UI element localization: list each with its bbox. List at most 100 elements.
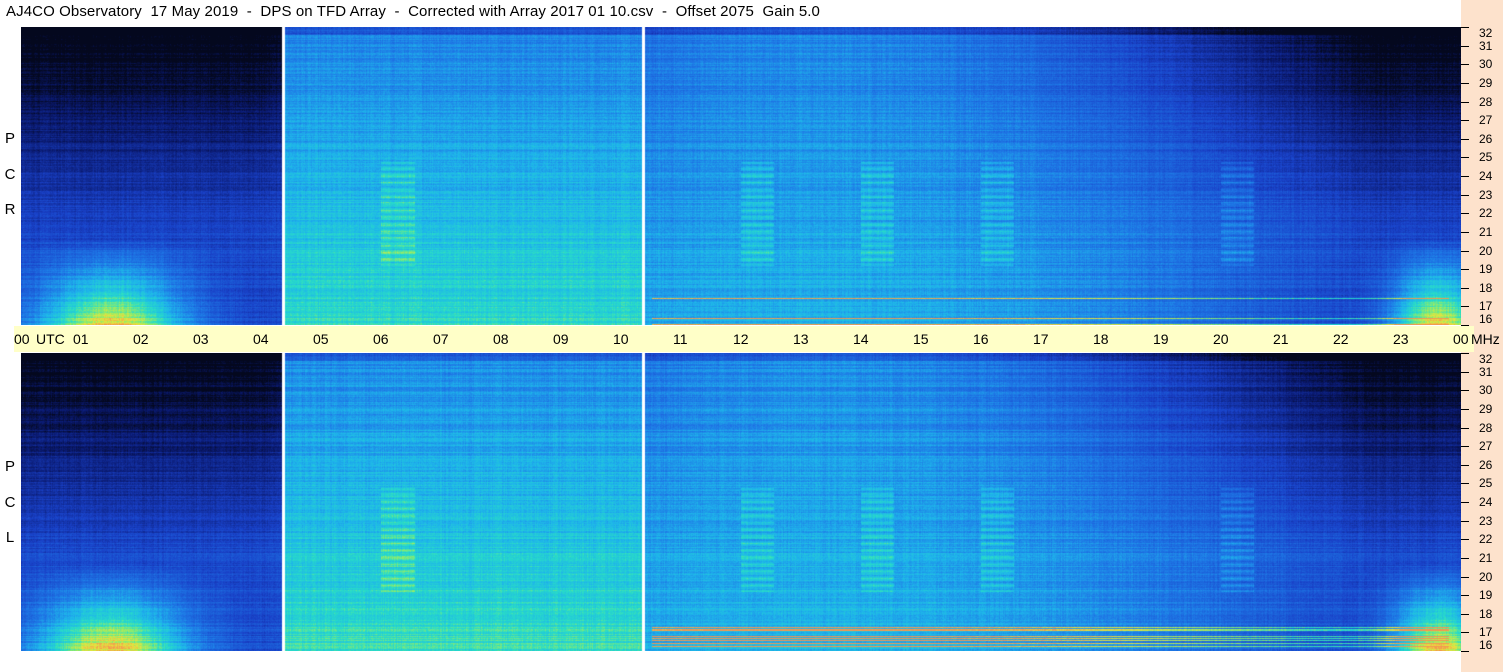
time-label: 04 [253,331,269,347]
freq-label: 24 [1479,495,1493,509]
freq-label: 25 [1479,150,1493,164]
freq-label: 22 [1479,206,1493,220]
freq-tick [1461,83,1469,84]
freq-label: 27 [1479,113,1493,127]
freq-label: 21 [1479,551,1493,565]
time-label: 10 [613,331,629,347]
freq-tick [1461,632,1469,633]
freq-tick [1461,353,1469,354]
freq-label: 32 [1479,26,1493,40]
freq-tick [1461,306,1469,307]
time-label: 03 [193,331,209,347]
rcp-letter-p: P [4,130,15,147]
time-label: 00 [1453,331,1469,347]
freq-label: 21 [1479,225,1493,239]
freq-label: 23 [1479,188,1493,202]
freq-label: 28 [1479,421,1493,435]
time-label: 15 [913,331,929,347]
freq-tick [1461,558,1469,559]
lcp-letter-p: P [4,458,15,475]
freq-tick [1461,428,1469,429]
freq-tick [1461,614,1469,615]
freq-tick [1461,539,1469,540]
time-label: 18 [1093,331,1109,347]
freq-tick [1461,46,1469,47]
freq-tick [1461,176,1469,177]
freq-tick [1461,651,1469,652]
rcp-letter-r: R [4,201,16,218]
freq-label: 24 [1479,169,1493,183]
freq-tick [1461,269,1469,270]
freq-axis-lcp: 32 31 30 29 28 27 26 25 24 23 22 21 20 19 18 17 16 [1461,352,1503,652]
freq-tick [1461,409,1469,410]
freq-tick [1461,157,1469,158]
freq-label: 26 [1479,132,1493,146]
time-label: 11 [673,331,688,347]
freq-label: 19 [1479,588,1493,602]
time-label: 20 [1213,331,1229,347]
rcp-heatmap [21,27,1461,325]
freq-label: 17 [1479,299,1493,313]
rcp-label: P C R [0,130,20,220]
freq-tick [1461,195,1469,196]
freq-axis-rcp: 32 31 30 29 28 27 26 25 24 23 22 21 20 19 18 17 16 [1461,26,1503,326]
freq-label: 19 [1479,262,1493,276]
freq-label: 23 [1479,514,1493,528]
chart-title: AJ4CO Observatory 17 May 2019 - DPS on T… [6,3,820,20]
freq-label: 20 [1479,244,1493,258]
time-label: 21 [1273,331,1289,347]
time-label: 12 [733,331,749,347]
rcp-spectrogram [21,27,1461,325]
freq-label: 29 [1479,402,1493,416]
lcp-label: P C L [0,458,20,548]
freq-label: 17 [1479,625,1493,639]
freq-label: 31 [1479,39,1493,53]
freq-label: 28 [1479,95,1493,109]
time-label: 09 [553,331,569,347]
freq-label: 26 [1479,458,1493,472]
freq-tick [1461,102,1469,103]
freq-label: 18 [1479,281,1493,295]
time-label: 00 [14,331,30,347]
time-label: MHz [1471,331,1500,347]
freq-label: 31 [1479,365,1493,379]
freq-tick [1461,64,1469,65]
lcp-letter-c: C [4,494,16,511]
time-label: 06 [373,331,389,347]
time-label: 19 [1153,331,1169,347]
time-label: 01 [73,331,89,347]
lcp-letter-l: L [5,529,15,546]
time-label: UTC [36,331,65,347]
freq-tick [1461,213,1469,214]
freq-tick [1461,577,1469,578]
time-label: 14 [853,331,869,347]
freq-tick [1461,372,1469,373]
lcp-heatmap [21,353,1461,651]
rcp-letter-c: C [4,166,16,183]
freq-label: 20 [1479,570,1493,584]
freq-label: 32 [1479,352,1493,366]
time-label: 08 [493,331,509,347]
time-label: 13 [793,331,809,347]
freq-label: 16 [1479,638,1493,652]
time-label: 07 [433,331,449,347]
freq-label: 18 [1479,607,1493,621]
freq-label: 30 [1479,57,1493,71]
time-label: 22 [1333,331,1349,347]
freq-tick [1461,232,1469,233]
freq-tick [1461,465,1469,466]
time-axis: 00 UTC 01 02 03 04 05 06 07 08 09 10 11 12 13 14 15 16 17 1… [14,326,1500,352]
freq-label: 30 [1479,383,1493,397]
freq-tick [1461,521,1469,522]
freq-tick [1461,120,1469,121]
freq-tick [1461,251,1469,252]
time-label: 17 [1033,331,1049,347]
freq-tick [1461,446,1469,447]
freq-label: 29 [1479,76,1493,90]
time-label: 16 [973,331,989,347]
time-label: 02 [133,331,149,347]
freq-tick [1461,288,1469,289]
time-label: 23 [1393,331,1409,347]
freq-tick [1461,595,1469,596]
freq-tick [1461,27,1469,28]
